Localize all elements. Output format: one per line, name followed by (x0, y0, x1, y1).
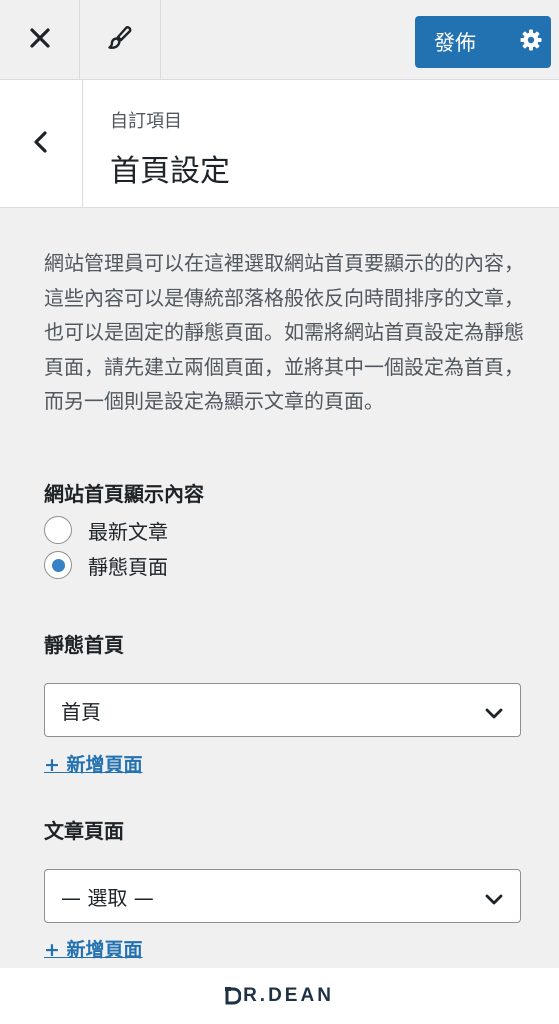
close-icon (29, 27, 51, 53)
breadcrumb: 自訂項目 (110, 111, 182, 132)
radio-label: 最新文章 (88, 519, 168, 544)
static-front-label: 靜態首頁 (44, 633, 124, 657)
radio-button[interactable] (44, 516, 72, 544)
add-posts-page-link[interactable]: + 新增頁面 (44, 935, 143, 962)
static-front-select[interactable]: 首頁 (44, 683, 521, 737)
logo-text: R (243, 985, 260, 1006)
select-value: 首頁 (61, 699, 101, 724)
paintbrush-icon (106, 24, 134, 56)
radio-label: 靜態頁面 (88, 554, 168, 579)
footer: R .DEAN (0, 968, 559, 1024)
chevron-down-icon (484, 702, 504, 726)
radio-static-page[interactable]: 靜態頁面 (44, 549, 168, 581)
gear-icon (519, 28, 543, 56)
page-title: 首頁設定 (110, 154, 230, 189)
posts-page-label: 文章頁面 (44, 819, 124, 843)
logo: R .DEAN (225, 985, 334, 1007)
hide-controls-button[interactable] (80, 0, 161, 79)
logo-text-rest: .DEAN (259, 985, 334, 1006)
select-value: — 選取 — (61, 885, 154, 910)
publish-settings-button[interactable] (511, 16, 551, 68)
chevron-down-icon (484, 888, 504, 912)
publish-group: 發佈 (415, 16, 551, 68)
add-front-page-link[interactable]: + 新增頁面 (44, 750, 143, 777)
homepage-display-label: 網站首頁顯示內容 (44, 482, 204, 506)
radio-latest-posts[interactable]: 最新文章 (44, 514, 168, 546)
radio-button-checked[interactable] (44, 551, 72, 579)
publish-button[interactable]: 發佈 (415, 16, 511, 68)
chevron-left-icon (32, 130, 50, 158)
posts-page-select[interactable]: — 選取 — (44, 869, 521, 923)
section-description: 網站管理員可以在這裡選取網站首頁要顯示的的內容，這些內容可以是傳統部落格般依反向… (44, 251, 524, 413)
section-header: 自訂項目 首頁設定 (0, 80, 559, 208)
close-button[interactable] (0, 0, 80, 79)
back-button[interactable] (0, 80, 83, 207)
logo-d-mark-icon (225, 987, 243, 1005)
customizer-topbar: 發佈 (0, 0, 559, 80)
radio-dot (51, 558, 65, 572)
